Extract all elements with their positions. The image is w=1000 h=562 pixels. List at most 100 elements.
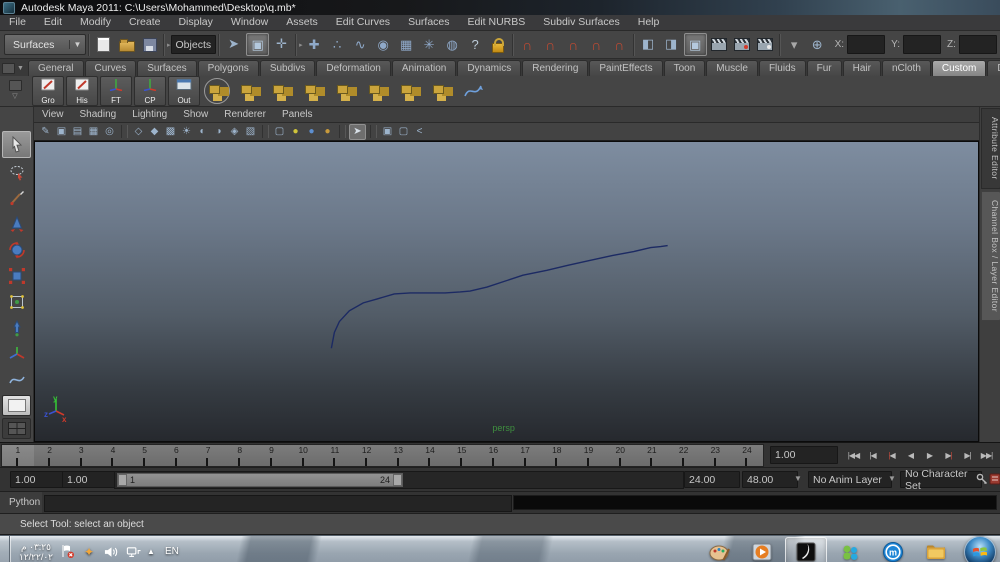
menu-edit-nurbs[interactable]: Edit NURBS (459, 15, 535, 30)
shelf-tab-deformation[interactable]: Deformation (316, 60, 390, 76)
time-slider-frame-22[interactable]: 22 (668, 445, 700, 466)
time-slider-frame-3[interactable]: 3 (65, 445, 97, 466)
panel-menu-panels[interactable]: Panels (274, 108, 321, 122)
shelf-tab-general[interactable]: General (28, 60, 84, 76)
yellow-material-ball-icon[interactable]: ● (288, 125, 303, 139)
select-miscellaneous-icon[interactable]: ? (465, 34, 486, 55)
shelf-tab-curves[interactable]: Curves (85, 60, 137, 76)
isolate-select-icon[interactable]: ▢ (272, 125, 287, 139)
new-scene-icon[interactable] (93, 34, 114, 55)
render-current-frame-icon[interactable] (709, 34, 730, 55)
shelf-flap-icon[interactable] (9, 80, 22, 91)
time-slider-frame-9[interactable]: 9 (256, 445, 288, 466)
command-result-field[interactable] (513, 495, 997, 510)
dmm-select-shards-icon[interactable] (298, 77, 328, 105)
shelf-item-ft[interactable]: FT (100, 76, 132, 106)
shelf-tab-ncloth[interactable]: nCloth (882, 60, 931, 76)
shelf-tab-subdivs[interactable]: Subdivs (260, 60, 316, 76)
separator[interactable] (512, 34, 514, 56)
language-indicator[interactable]: EN (161, 546, 183, 557)
four-pane-layout-button[interactable] (2, 418, 31, 439)
range-end-handle[interactable] (393, 474, 402, 486)
ipr-render-icon[interactable] (732, 34, 753, 55)
dmm-shatter-icon[interactable] (234, 77, 264, 105)
gold-material-ball-icon[interactable]: ● (320, 125, 335, 139)
command-language-toggle[interactable]: Python (0, 492, 42, 513)
universal-manipulator-tool[interactable] (3, 289, 30, 314)
range-start-handle[interactable] (118, 474, 127, 486)
shelf-tab-toon[interactable]: Toon (664, 60, 706, 76)
taskbar-maxthon-button[interactable]: m (873, 538, 913, 562)
wireframe-on-shaded-icon[interactable]: ◈ (227, 125, 242, 139)
taskbar-messenger-button[interactable] (830, 538, 870, 562)
range-slider-bar[interactable]: 1 24 (117, 473, 403, 487)
collapse-arrow-icon[interactable]: ▸ (167, 41, 171, 49)
last-tool-curve[interactable] (3, 367, 30, 392)
dmm-bake-icon[interactable] (426, 77, 456, 105)
time-slider-frame-1[interactable]: 1 (2, 445, 34, 466)
time-slider-frame-17[interactable]: 17 (509, 445, 541, 466)
separator[interactable] (218, 34, 220, 56)
panel-menu-show[interactable]: Show (175, 108, 216, 122)
time-slider-frame-18[interactable]: 18 (541, 445, 573, 466)
grease-pencil-icon[interactable]: ✎ (38, 125, 53, 139)
title-bar[interactable]: Autodesk Maya 2011: C:\Users\Mohammed\De… (0, 0, 1000, 15)
snap-to-curves-icon[interactable]: ∩ (540, 34, 561, 55)
time-slider-frame-24[interactable]: 24 (731, 445, 763, 466)
shelf-item-his[interactable]: His (66, 76, 98, 106)
menu-surfaces[interactable]: Surfaces (399, 15, 458, 30)
shelf-tab-painteffects[interactable]: PaintEffects (589, 60, 662, 76)
blue-material-ball-icon[interactable]: ● (304, 125, 319, 139)
taskbar-paint-button[interactable] (699, 538, 739, 562)
make-object-live-icon[interactable]: ∩ (609, 34, 630, 55)
select-surfaces-icon[interactable]: ◉ (373, 34, 394, 55)
show-manipulator-tool[interactable] (3, 341, 30, 366)
absolute-transform-icon[interactable]: ⊕ (807, 34, 828, 55)
panel-menu-lighting[interactable]: Lighting (124, 108, 175, 122)
dmm-combine-icon[interactable] (394, 77, 424, 105)
smooth-mesh-preview-icon[interactable]: ▣ (380, 125, 395, 139)
menu-display[interactable]: Display (169, 15, 221, 30)
separator[interactable] (163, 34, 165, 56)
select-by-name-arrow-icon[interactable]: ▾ (784, 34, 805, 55)
select-joints-icon[interactable]: ∴ (327, 34, 348, 55)
show-desktop-button[interactable] (0, 536, 11, 562)
time-slider-frame-20[interactable]: 20 (604, 445, 636, 466)
menu-modify[interactable]: Modify (71, 15, 120, 30)
shelf-tab-fluids[interactable]: Fluids (759, 60, 806, 76)
tab-attribute-editor[interactable]: Attribute Editor (981, 108, 1000, 189)
dmm-anchor-icon[interactable] (362, 77, 392, 105)
lasso-select-tool[interactable] (3, 159, 30, 184)
go-to-end-button[interactable]: ▶▶| (977, 447, 996, 464)
time-slider-frame-5[interactable]: 5 (129, 445, 161, 466)
xray-icon[interactable]: ◑ (211, 125, 226, 139)
separator[interactable] (633, 34, 635, 56)
z-input[interactable] (959, 35, 997, 54)
separator[interactable] (779, 34, 781, 56)
shelf-tab-hair[interactable]: Hair (843, 60, 881, 76)
auto-keyframe-icon[interactable] (976, 473, 988, 485)
shelf-tab-dmm[interactable]: DMM (987, 60, 1000, 76)
tab-channel-box-layer-editor[interactable]: Channel Box / Layer Editor (981, 191, 1000, 321)
menu-assets[interactable]: Assets (277, 15, 327, 30)
shelf-tab-surfaces[interactable]: Surfaces (137, 60, 196, 76)
shadows-icon[interactable]: ◐ (195, 125, 210, 139)
time-slider-frame-11[interactable]: 11 (319, 445, 351, 466)
animation-start-field[interactable]: 1.00 (62, 471, 118, 488)
time-slider-frame-14[interactable]: 14 (414, 445, 446, 466)
time-slider-frame-16[interactable]: 16 (478, 445, 510, 466)
time-slider-frame-15[interactable]: 15 (446, 445, 478, 466)
save-scene-icon[interactable] (139, 34, 160, 55)
select-dynamics-icon[interactable]: ✳ (419, 34, 440, 55)
menu-create[interactable]: Create (120, 15, 170, 30)
select-objects-icon[interactable]: ▣ (246, 33, 269, 56)
selection-mask-field[interactable]: Objects (171, 35, 217, 54)
image-plane-icon[interactable]: ▦ (86, 125, 101, 139)
taskbar-maya-button[interactable] (785, 537, 827, 562)
select-hierarchy-icon[interactable]: ➤ (223, 33, 244, 54)
shelf-tab-animation[interactable]: Animation (392, 60, 456, 76)
shelf-tab-fur[interactable]: Fur (807, 60, 842, 76)
snap-to-view-planes-icon[interactable]: ∩ (586, 34, 607, 55)
select-curves-icon[interactable]: ∿ (350, 34, 371, 55)
playback-end-field[interactable]: 24.00 (684, 471, 740, 488)
